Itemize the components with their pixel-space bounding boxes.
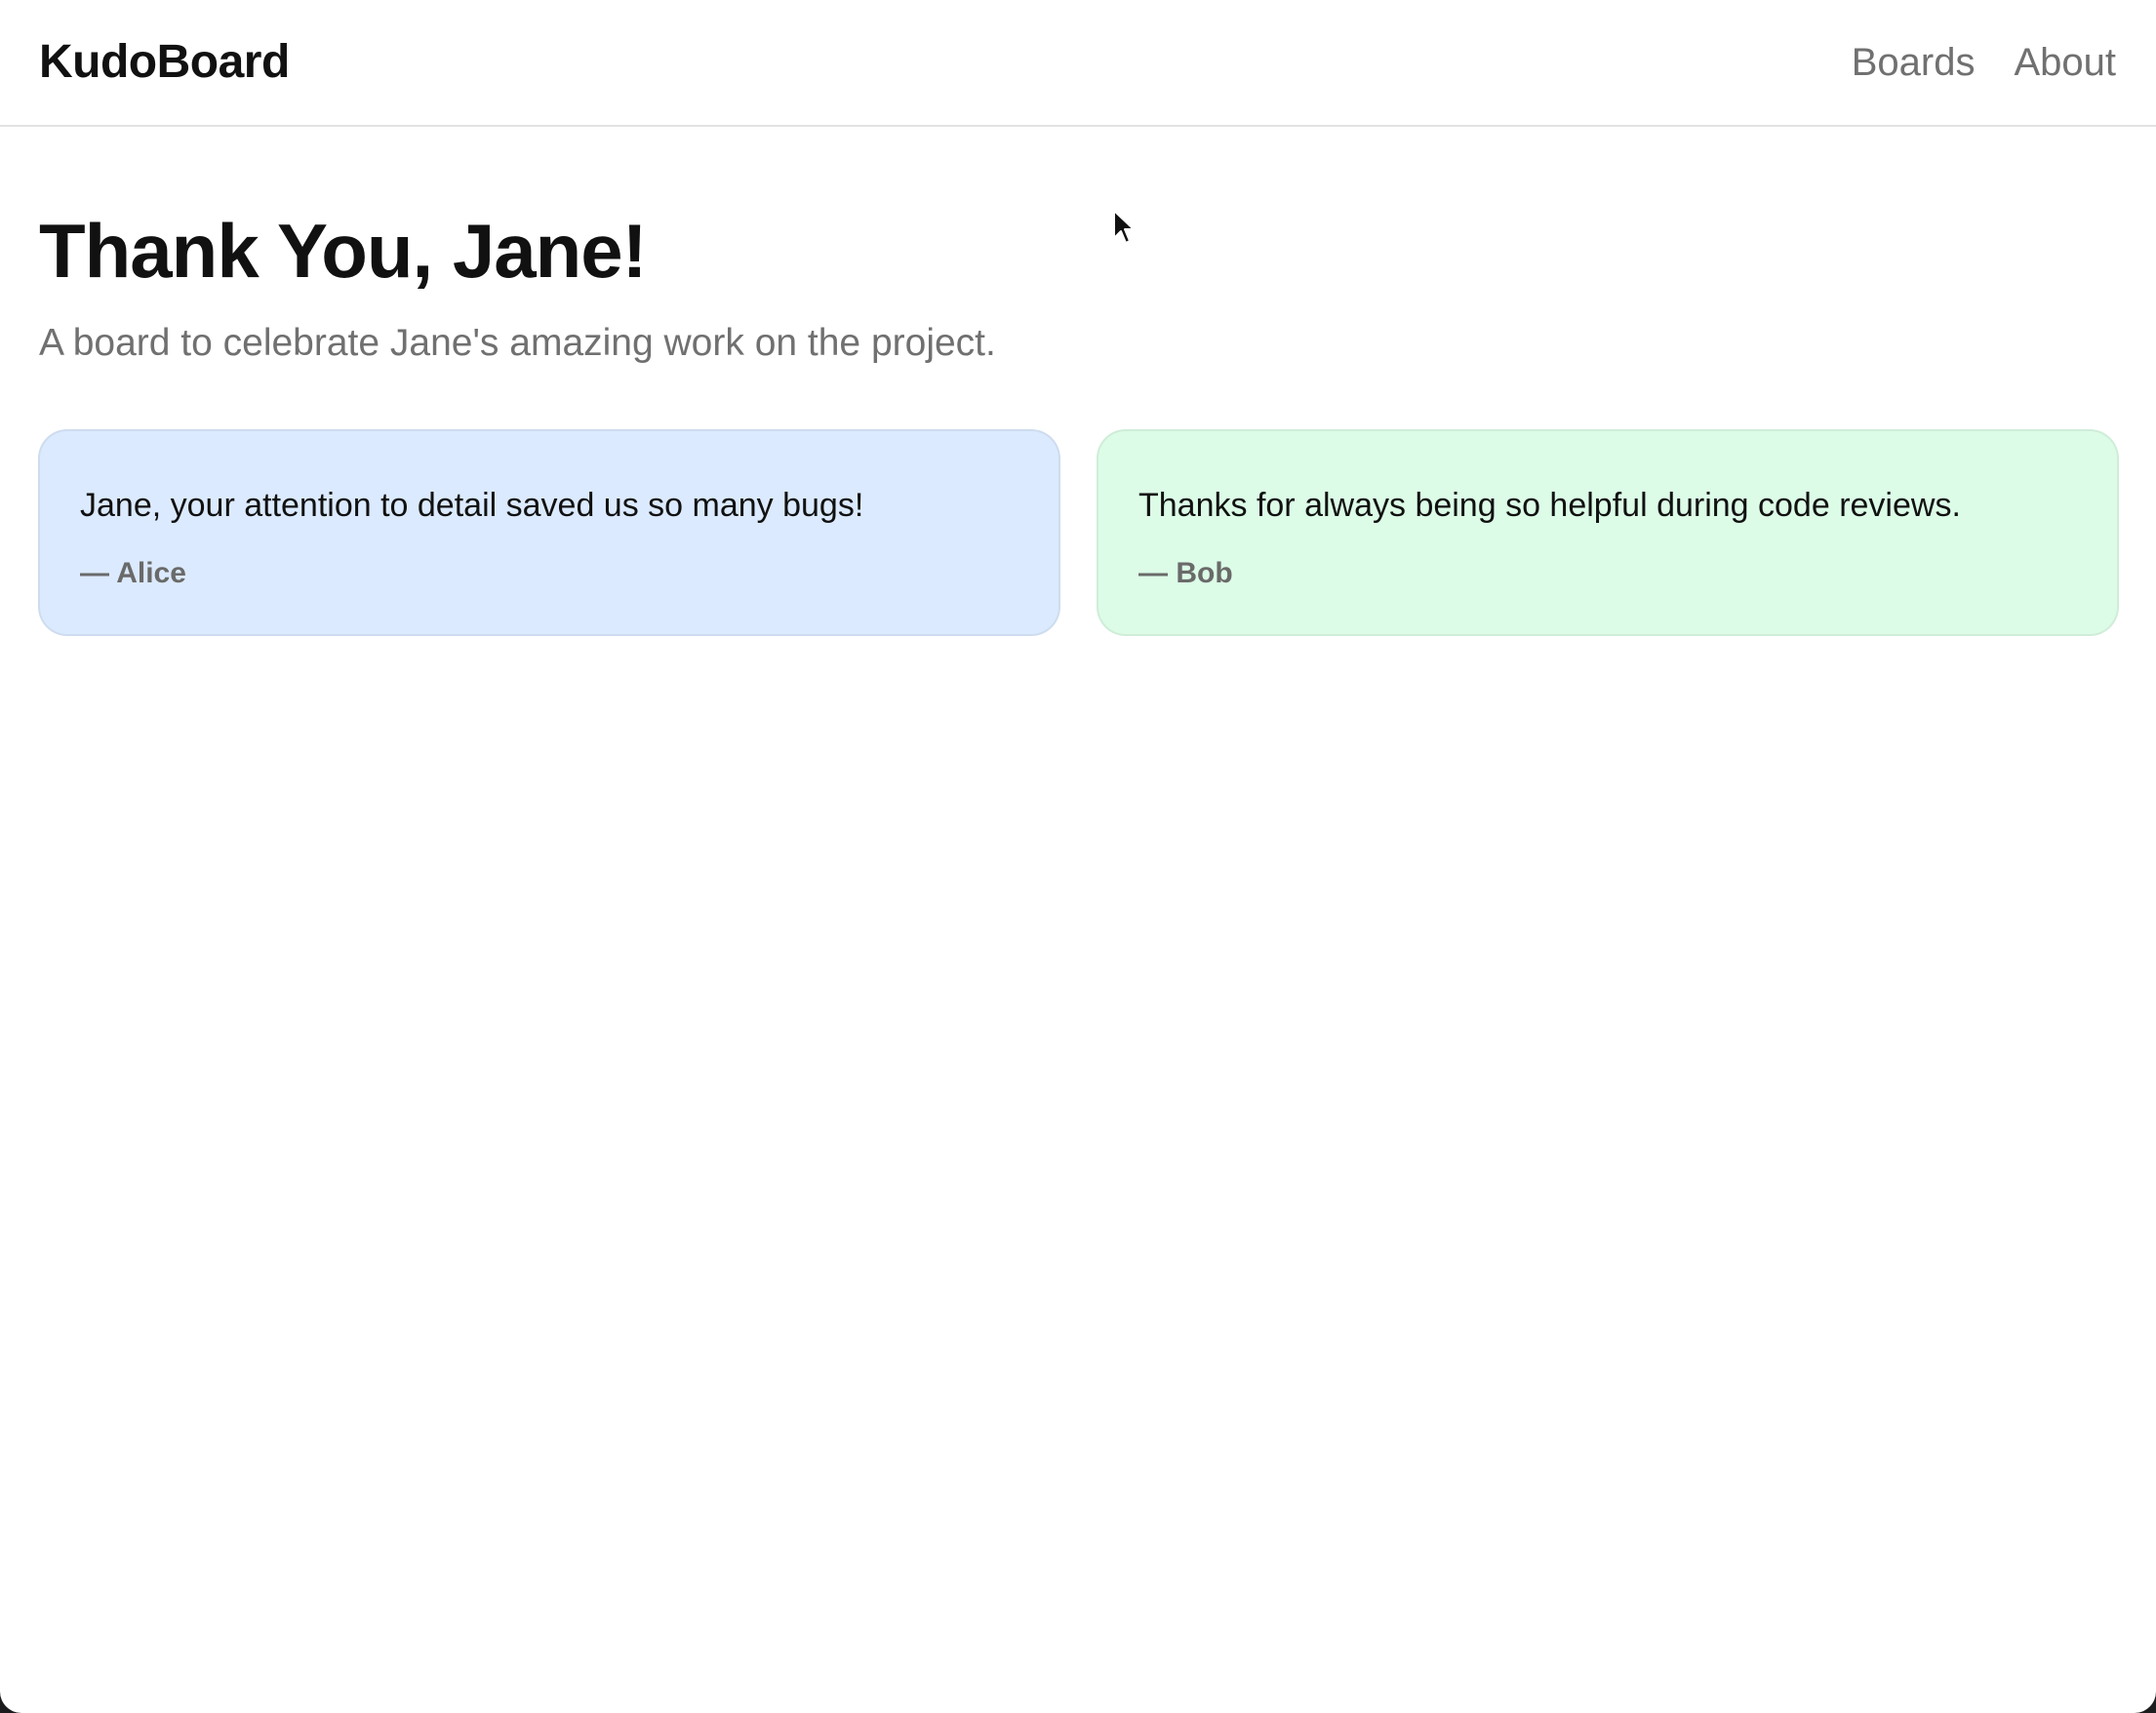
nav-link-boards[interactable]: Boards (1852, 39, 1976, 86)
page-subtitle: A board to celebrate Jane's amazing work… (39, 322, 996, 364)
kudos-card-message: Jane, your attention to detail saved us … (80, 487, 864, 524)
mouse-pointer-icon (1113, 210, 1135, 244)
kudos-card: Thanks for always being so helpful durin… (1097, 429, 2119, 636)
kudos-card: Jane, your attention to detail saved us … (38, 429, 1060, 636)
brand-logo[interactable]: KudoBoard (39, 35, 290, 90)
app-window: KudoBoard Boards About Thank You, Jane! … (0, 0, 2156, 1713)
site-header: KudoBoard Boards About (0, 0, 2156, 127)
kudos-card-grid: Jane, your attention to detail saved us … (38, 429, 2119, 636)
main-nav: Boards About (1852, 39, 2116, 86)
nav-link-about[interactable]: About (2014, 39, 2116, 86)
page-title: Thank You, Jane! (39, 208, 648, 294)
kudos-card-author: — Alice (80, 557, 186, 589)
kudos-card-message: Thanks for always being so helpful durin… (1138, 487, 1961, 524)
kudos-card-author: — Bob (1138, 557, 1233, 589)
